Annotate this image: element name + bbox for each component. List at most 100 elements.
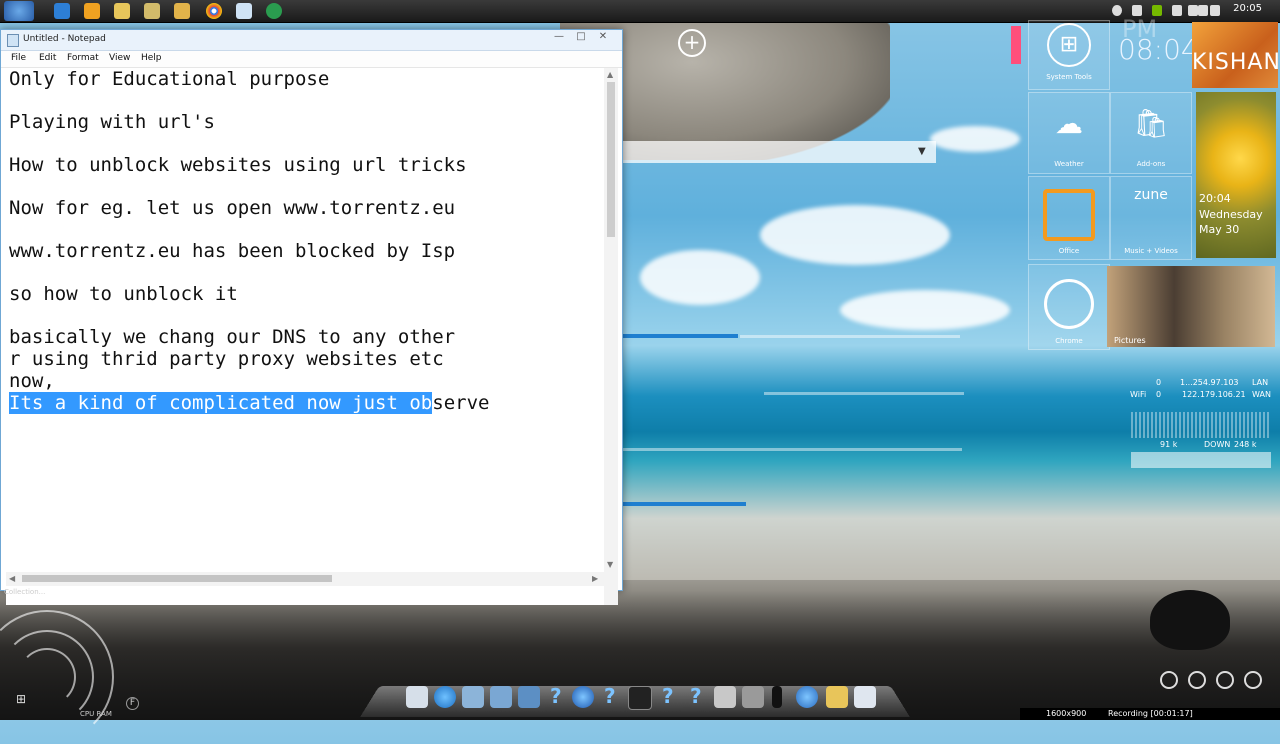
- ie-icon[interactable]: [54, 3, 70, 19]
- net-up: 91 k: [1160, 440, 1178, 449]
- radar-gadget-ring: [18, 648, 76, 706]
- dock-folder-icon[interactable]: [462, 686, 484, 708]
- tile-pictures[interactable]: [1107, 266, 1275, 347]
- menu-file[interactable]: File: [11, 53, 26, 63]
- settings-sparkle-icon[interactable]: [1216, 671, 1234, 689]
- tile-addons[interactable]: 🛍 Add-ons: [1110, 92, 1192, 174]
- windows-logo-icon: ⊞: [1047, 23, 1091, 67]
- tray-usb-icon[interactable]: [1188, 5, 1198, 16]
- background-progress-bar: [622, 502, 746, 506]
- tile-clock: 08:04: [1118, 33, 1199, 66]
- dock-box-icon[interactable]: [742, 686, 764, 708]
- tile-chrome[interactable]: Chrome: [1028, 264, 1110, 350]
- tool-icon[interactable]: [144, 3, 160, 19]
- background-divider: [764, 392, 964, 395]
- tile-kishan-label: KISHAN: [1192, 50, 1280, 75]
- windows-logo-icon[interactable]: ⊞: [16, 692, 26, 706]
- key-icon[interactable]: [1188, 671, 1206, 689]
- flower-time: 20:04: [1199, 192, 1231, 205]
- horizontal-scroll-thumb[interactable]: [22, 575, 332, 582]
- add-tile-icon[interactable]: +: [678, 29, 706, 57]
- dock-scissors-icon[interactable]: [826, 686, 848, 708]
- dock-help-icon[interactable]: ?: [604, 684, 616, 708]
- vertical-scroll-thumb[interactable]: [607, 82, 615, 237]
- menu-bar: File Edit Format View Help: [1, 51, 622, 68]
- dock-help-icon[interactable]: ?: [690, 684, 702, 708]
- tile-label: Chrome: [1055, 337, 1083, 345]
- text-line: How to unblock websites using url tricks: [9, 154, 467, 176]
- background-dropdown[interactable]: [622, 141, 936, 163]
- chrome-icon[interactable]: [206, 3, 222, 19]
- tile-zune[interactable]: zune Music + Videos: [1110, 176, 1192, 260]
- power-icon[interactable]: [1244, 671, 1262, 689]
- menu-help[interactable]: Help: [141, 53, 162, 63]
- net-wifi-value: 0: [1156, 390, 1162, 399]
- maximize-button[interactable]: □: [571, 30, 591, 46]
- taskbar-clock[interactable]: 20:05: [1233, 3, 1262, 14]
- text-line: basically we chang our DNS to any other: [9, 326, 456, 348]
- dock-help-icon[interactable]: ?: [550, 684, 562, 708]
- window-title: Untitled - Notepad: [23, 34, 106, 44]
- store-bag-icon: 🛍: [1133, 107, 1169, 140]
- zune-logo: zune: [1134, 187, 1168, 203]
- minimize-button[interactable]: —: [549, 30, 569, 46]
- tray-battery-icon[interactable]: [1198, 5, 1208, 16]
- dock-help-icon[interactable]: ?: [662, 684, 674, 708]
- menu-edit[interactable]: Edit: [39, 53, 56, 63]
- recorder-icon[interactable]: [266, 3, 282, 19]
- tile-system-tools[interactable]: ⊞ System Tools: [1028, 20, 1110, 90]
- explorer-icon[interactable]: [114, 3, 130, 19]
- background-progress-bar: [622, 334, 738, 338]
- notepad-window[interactable]: Untitled - Notepad — □ ✕ File Edit Forma…: [0, 29, 623, 605]
- gadget-cpu-ram-label: CPU RAM: [80, 710, 112, 718]
- chevron-down-icon[interactable]: ▼: [918, 146, 926, 157]
- menu-format[interactable]: Format: [67, 53, 99, 63]
- resolution-label: 1600x900: [1046, 709, 1087, 718]
- selected-text: Its a kind of complicated now just ob: [9, 392, 433, 414]
- net-lan-left: 0: [1156, 378, 1162, 387]
- dock-globe-icon[interactable]: [796, 686, 818, 708]
- tile-label: Weather: [1054, 160, 1084, 168]
- collection-label: Collection...: [4, 588, 46, 596]
- dock-device-icon[interactable]: [772, 686, 782, 708]
- tile-label: Add-ons: [1136, 160, 1166, 168]
- dock-tools-icon[interactable]: [714, 686, 736, 708]
- horizontal-scrollbar[interactable]: ◀ ▶: [6, 572, 604, 586]
- desktop-cloud: [760, 205, 950, 265]
- media-player-icon[interactable]: [84, 3, 100, 19]
- dock-monitor-icon[interactable]: [518, 686, 540, 708]
- tile-office[interactable]: Office: [1028, 176, 1110, 260]
- text-line: so how to unblock it: [9, 283, 238, 305]
- tile-pictures-label: Pictures: [1114, 336, 1146, 345]
- scroll-right-arrow-icon[interactable]: ▶: [592, 574, 598, 583]
- tray-record-icon[interactable]: [1112, 5, 1122, 16]
- dock-recycle-bin-icon[interactable]: [854, 686, 876, 708]
- notepad-taskbar-icon[interactable]: [236, 3, 252, 19]
- dock-document-icon[interactable]: [406, 686, 428, 708]
- tile-weather[interactable]: ☁ Weather: [1028, 92, 1110, 174]
- gadget-f-button[interactable]: F: [126, 697, 139, 710]
- start-button[interactable]: [4, 1, 34, 21]
- menu-view[interactable]: View: [109, 53, 130, 63]
- tray-network-icon[interactable]: [1172, 5, 1182, 16]
- bug-icon[interactable]: [174, 3, 190, 19]
- dock-globe-icon[interactable]: [434, 686, 456, 708]
- background-divider: [740, 335, 960, 338]
- info-icon[interactable]: [1160, 671, 1178, 689]
- close-button[interactable]: ✕: [593, 30, 613, 46]
- title-bar[interactable]: Untitled - Notepad — □ ✕: [1, 30, 622, 51]
- text-editor[interactable]: Only for Educational purpose Playing wit…: [6, 68, 604, 605]
- text-line: r using thrid party proxy websites etc: [9, 348, 444, 370]
- tray-volume-icon[interactable]: [1210, 5, 1220, 16]
- scroll-up-arrow-icon[interactable]: ▲: [607, 70, 613, 79]
- scroll-left-arrow-icon[interactable]: ◀: [9, 574, 15, 583]
- dock-folder-icon[interactable]: [490, 686, 512, 708]
- net-wifi-label: WiFi: [1130, 390, 1147, 399]
- text-line: Only for Educational purpose: [9, 68, 330, 90]
- dock-game-icon[interactable]: [628, 686, 652, 710]
- net-bar-graph: [1131, 452, 1271, 468]
- dock-planet-icon[interactable]: [572, 686, 594, 708]
- scroll-down-arrow-icon[interactable]: ▼: [607, 560, 613, 569]
- vertical-scrollbar[interactable]: ▲ ▼: [604, 68, 618, 605]
- office-icon: [1043, 189, 1095, 241]
